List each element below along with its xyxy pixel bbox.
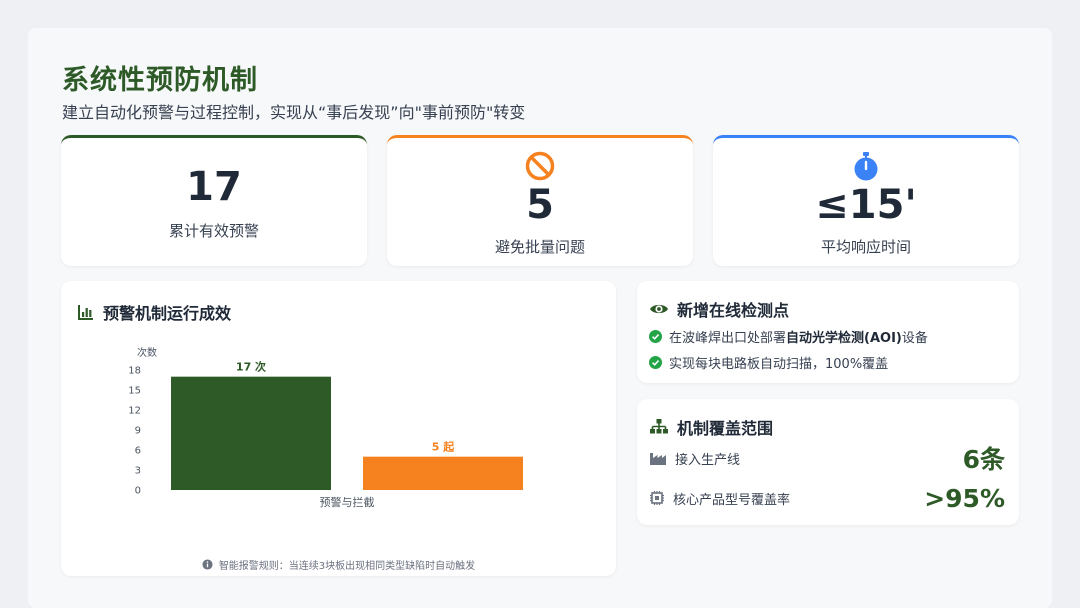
detection-heading: 新增在线检测点 [649,297,789,321]
check-circle-icon [649,330,662,343]
chart-note: 智能报警规则：当连续3块板出现相同类型缺陷时自动触发 [61,557,616,572]
coverage-heading: 机制覆盖范围 [649,415,773,439]
detection-item-emphasis: 自动光学检测(AOI) [786,331,902,346]
detection-item: 在波峰焊出口处部署自动光学检测(AOI)设备 [649,327,928,346]
detection-heading-label: 新增在线检测点 [677,301,790,320]
warning-effect-chart: 次数 0 3 6 9 12 15 18 17 次 5 起预警与拦截 [128,346,523,509]
info-icon [202,559,213,570]
y-tick-label: 12 [128,406,141,417]
y-axis-label: 次数 [137,346,157,359]
y-tick-label: 0 [135,486,141,497]
factory-icon [650,453,666,465]
y-tick-label: 3 [135,466,141,477]
check-circle-icon [649,356,662,369]
coverage-row-value: 6条 [962,445,1005,474]
stat-value: 5 [526,182,554,228]
page-title: 系统性预防机制 [62,65,258,96]
y-tick-label: 18 [128,366,141,377]
chip-icon [650,491,664,505]
stat-label: 避免批量问题 [494,238,585,256]
detection-item: 实现每块电路板自动扫描，100%覆盖 [649,353,888,372]
bar-data-label: 5 起 [432,440,455,454]
coverage-row-label: 核心产品型号覆盖率 [673,492,791,508]
stat-card-avoided: 5 避免批量问题 [387,135,693,266]
chart-card: 预警机制运行成效 次数 0 3 6 9 12 15 18 17 次5 起预警与拦截 智能报警规则… [61,281,616,576]
detection-item-suffix: 设备 [901,331,928,346]
detection-card: 新增在线检测点 在波峰焊出口处部署自动光学检测(AOI)设备 实现每块电路板自动… [637,281,1019,383]
stat-card-alerts: 17 累计有效预警 [61,135,367,266]
stat-value: 17 [186,164,242,210]
coverage-heading-label: 机制覆盖范围 [677,419,774,438]
y-tick-label: 9 [135,426,141,437]
detection-item-text: 在波峰焊出口处部署 [669,331,787,346]
detection-item-text: 实现每块电路板自动扫描，100%覆盖 [669,357,889,372]
y-tick-label: 6 [135,446,141,457]
stopwatch-icon [854,152,878,181]
coverage-card: 机制覆盖范围 接入生产线 6条 核心产品型号覆盖率 >95% [637,399,1019,525]
stat-card-response: ≤15' 平均响应时间 [713,135,1019,266]
sitemap-icon [650,419,668,434]
coverage-row: 接入生产线 6条 [649,441,1005,475]
eye-icon [650,304,668,314]
page-subtitle: 建立自动化预警与过程控制，实现从“事后发现”向"事前预防"转变 [62,103,526,122]
y-tick-label: 15 [128,386,141,397]
stat-value: ≤15' [815,182,917,228]
bar-data-label: 17 次 [236,360,266,374]
coverage-row: 核心产品型号覆盖率 >95% [649,481,1005,515]
stat-label: 平均响应时间 [820,238,911,256]
stat-label: 累计有效预警 [168,222,259,240]
coverage-row-label: 接入生产线 [675,452,741,468]
bar-1 [171,376,331,490]
bar-2 [363,456,523,490]
ban-icon [525,151,555,181]
chart-note-text: 智能报警规则：当连续3块板出现相同类型缺陷时自动触发 [218,561,476,572]
x-tick-label: 预警与拦截 [320,495,375,509]
coverage-row-value: >95% [924,483,1005,513]
